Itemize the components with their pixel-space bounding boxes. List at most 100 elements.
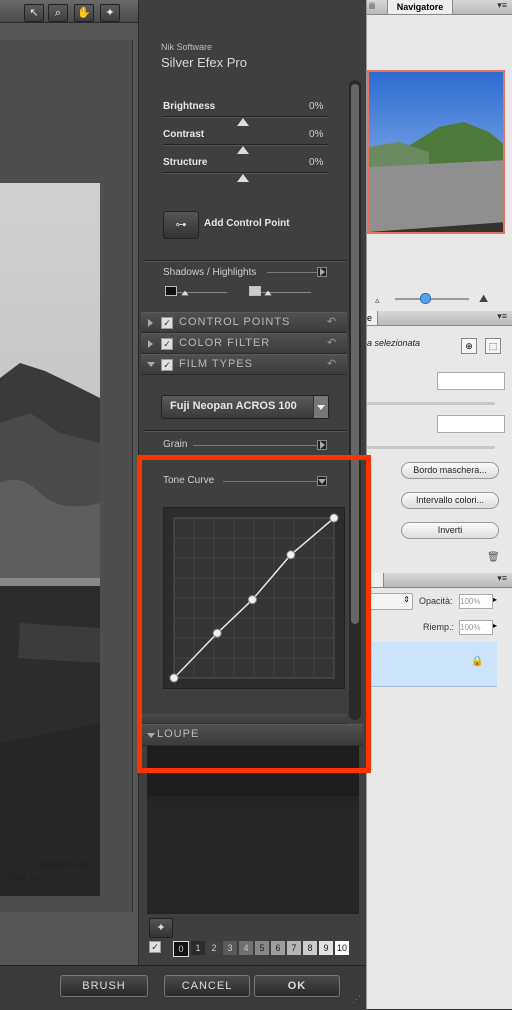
section-label: COLOR FILTER (179, 337, 271, 349)
zoom-tool-icon[interactable]: ⌕ (48, 4, 68, 22)
expand-shadows-icon[interactable] (317, 267, 327, 277)
fill-dropdown-icon[interactable]: ▸ (493, 621, 497, 630)
loupe-zone-6[interactable]: 6 (271, 941, 285, 955)
photo-preview (0, 183, 100, 896)
image-info: 2.2MP, NIKON D300) (0, 874, 86, 884)
cancel-button[interactable]: CANCEL (164, 975, 250, 997)
image-filename: D305754.tif (37, 860, 90, 871)
loupe-zone-2[interactable]: 2 (207, 941, 221, 955)
highlight-annotation-box (137, 455, 371, 773)
trash-icon[interactable]: 🗑 (487, 552, 500, 563)
section-color-filter[interactable]: ✓ COLOR FILTER ↶ (141, 333, 347, 354)
color-range-button[interactable]: Intervallo colori... (401, 492, 499, 509)
brush-button[interactable]: BRUSH (60, 975, 148, 997)
tab-masks[interactable]: e (367, 311, 378, 325)
preview-toggle-icon[interactable]: ✦ (100, 4, 120, 22)
loupe-zone-0[interactable]: 0 (173, 941, 189, 957)
layers-tabbar: ti ▾≡ (367, 573, 512, 588)
brand-product: Silver Efex Pro (161, 55, 247, 70)
shadows-slider-thumb[interactable] (181, 290, 189, 296)
loupe-zone-4[interactable]: 4 (239, 941, 253, 955)
brand-company: Nik Software (161, 42, 213, 52)
expand-grain-icon[interactable] (317, 440, 327, 450)
brightness-value: 0% (309, 101, 324, 112)
expand-arrow-icon (148, 340, 153, 348)
zoom-slider-thumb[interactable] (420, 293, 431, 304)
loupe-zone-3[interactable]: 3 (223, 941, 237, 955)
loupe-zone-scale[interactable]: 0 1 2 3 4 5 6 7 8 9 10 (173, 941, 361, 957)
view-toolbar: ↖ ⌕ ✋ ✦ (0, 0, 138, 23)
highlights-swatch (249, 286, 261, 296)
brightness-label: Brightness (163, 101, 216, 112)
loupe-pin-icon[interactable]: ✦ (149, 918, 173, 938)
film-types-checkbox[interactable]: ✓ (161, 359, 173, 371)
blend-mode-select[interactable]: ⇕ (367, 593, 413, 610)
density-field[interactable] (437, 372, 505, 390)
loupe-zone-10[interactable]: 10 (335, 941, 349, 955)
reset-icon[interactable]: ↶ (327, 357, 336, 370)
loupe-zone-7[interactable]: 7 (287, 941, 301, 955)
density-slider[interactable] (367, 402, 495, 405)
zoom-slider-track[interactable] (395, 298, 469, 300)
contrast-value: 0% (309, 129, 324, 140)
highlights-slider-thumb[interactable] (264, 290, 272, 296)
opacity-field[interactable]: 100% (459, 594, 493, 609)
panel-menu-icon[interactable]: ▾≡ (497, 573, 507, 584)
hand-tool-icon[interactable]: ✋ (74, 4, 94, 22)
opacity-dropdown-icon[interactable]: ▸ (493, 595, 497, 604)
brightness-slider-thumb[interactable] (237, 118, 249, 126)
section-film-types[interactable]: ✓ FILM TYPES ↶ (141, 354, 347, 375)
invert-button[interactable]: Inverti (401, 522, 499, 539)
section-control-points[interactable]: ✓ CONTROL POINTS ↶ (141, 312, 347, 333)
divider (267, 272, 317, 273)
contrast-slider-thumb[interactable] (237, 146, 249, 154)
tab-navigatore[interactable]: Navigatore (387, 0, 453, 14)
image-preview-area[interactable]: ↖ ⌕ ✋ ✦ D305754.tif 2.2MP, NIKON D300) (0, 0, 138, 965)
loupe-zone-5[interactable]: 5 (255, 941, 269, 955)
control-point-icon: ⊶ (175, 219, 187, 231)
zoom-in-icon[interactable]: ⛰ (479, 293, 488, 306)
loupe-zone-1[interactable]: 1 (191, 941, 205, 955)
add-vector-mask-icon[interactable]: ⬚ (485, 338, 501, 354)
fill-field[interactable]: 100% (459, 620, 493, 635)
panel-menu-icon[interactable]: ▾≡ (497, 311, 507, 322)
color-filter-checkbox[interactable]: ✓ (161, 338, 173, 350)
photo-frame (0, 40, 133, 912)
control-points-checkbox[interactable]: ✓ (161, 317, 173, 329)
layer-row-selected[interactable]: 🔒 (367, 642, 497, 687)
navigator-thumbnail[interactable] (367, 70, 505, 234)
resize-grip-icon[interactable]: ⋰ (352, 994, 361, 1005)
tab-hidden[interactable]: ili (369, 1, 375, 11)
loupe-checkbox[interactable]: ✓ (149, 941, 161, 953)
loupe-zone-9[interactable]: 9 (319, 941, 333, 955)
panel-menu-icon[interactable]: ▾≡ (497, 0, 507, 11)
navigator-tabbar: ili Navigatore ▾≡ (367, 0, 512, 15)
reset-icon[interactable]: ↶ (327, 336, 336, 349)
divider (143, 260, 347, 262)
feather-field[interactable] (437, 415, 505, 433)
loupe-zone-8[interactable]: 8 (303, 941, 317, 955)
add-pixel-mask-icon[interactable]: ⊕ (461, 338, 477, 354)
zoom-out-icon[interactable]: ▵ (375, 295, 380, 306)
section-label: CONTROL POINTS (179, 316, 291, 328)
film-type-select[interactable]: Fuji Neopan ACROS 100 (161, 395, 329, 419)
collapse-arrow-icon (147, 362, 155, 367)
opacity-label: Opacità: (419, 596, 453, 606)
grain-label: Grain (163, 439, 188, 450)
stepper-icon: ⇕ (403, 595, 410, 604)
mask-tabbar: e ▾≡ (367, 311, 512, 326)
ok-button[interactable]: OK (254, 975, 340, 997)
mask-edge-button[interactable]: Bordo maschera... (401, 462, 499, 479)
shadows-swatch (165, 286, 177, 296)
add-control-point-label[interactable]: Add Control Point (204, 218, 290, 229)
chevron-down-icon (313, 396, 328, 418)
structure-slider-thumb[interactable] (237, 174, 249, 182)
structure-label: Structure (163, 157, 208, 168)
expand-arrow-icon (148, 319, 153, 327)
feather-slider[interactable] (367, 446, 495, 449)
arrow-tool-icon[interactable]: ↖ (24, 4, 44, 22)
reset-icon[interactable]: ↶ (327, 315, 336, 328)
mask-selection-label: a selezionata (367, 338, 421, 348)
lock-icon: 🔒 (471, 656, 484, 667)
add-control-point-button[interactable]: ⊶ (163, 211, 199, 239)
